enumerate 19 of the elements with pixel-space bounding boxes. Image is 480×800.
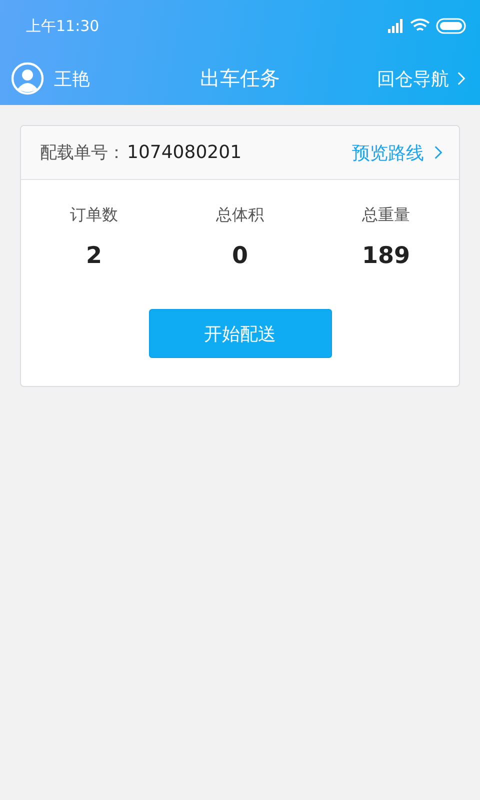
- load-number-label: 配载单号：: [40, 142, 125, 164]
- stat-label: 总体积: [216, 205, 264, 226]
- warehouse-nav-link[interactable]: 回仓导航: [377, 66, 466, 90]
- user-name: 王艳: [54, 68, 90, 90]
- page-title: 出车任务: [200, 66, 280, 90]
- load-number: 1074080201: [127, 142, 242, 163]
- chevron-icon: [457, 71, 466, 86]
- stat-value: 0: [232, 243, 248, 269]
- chevron-icon: [434, 145, 443, 160]
- stat-value: 189: [362, 243, 410, 269]
- stat-value: 2: [86, 243, 102, 269]
- signal-icon: [388, 19, 404, 33]
- battery-icon: [436, 18, 466, 34]
- status-time: 上午11:30: [26, 16, 100, 36]
- stat-label: 订单数: [70, 205, 118, 226]
- preview-route-link[interactable]: 预览路线: [352, 140, 443, 164]
- stat-label: 总重量: [362, 205, 410, 226]
- avatar-icon[interactable]: [11, 62, 44, 95]
- start-delivery-button[interactable]: 开始配送: [148, 309, 332, 358]
